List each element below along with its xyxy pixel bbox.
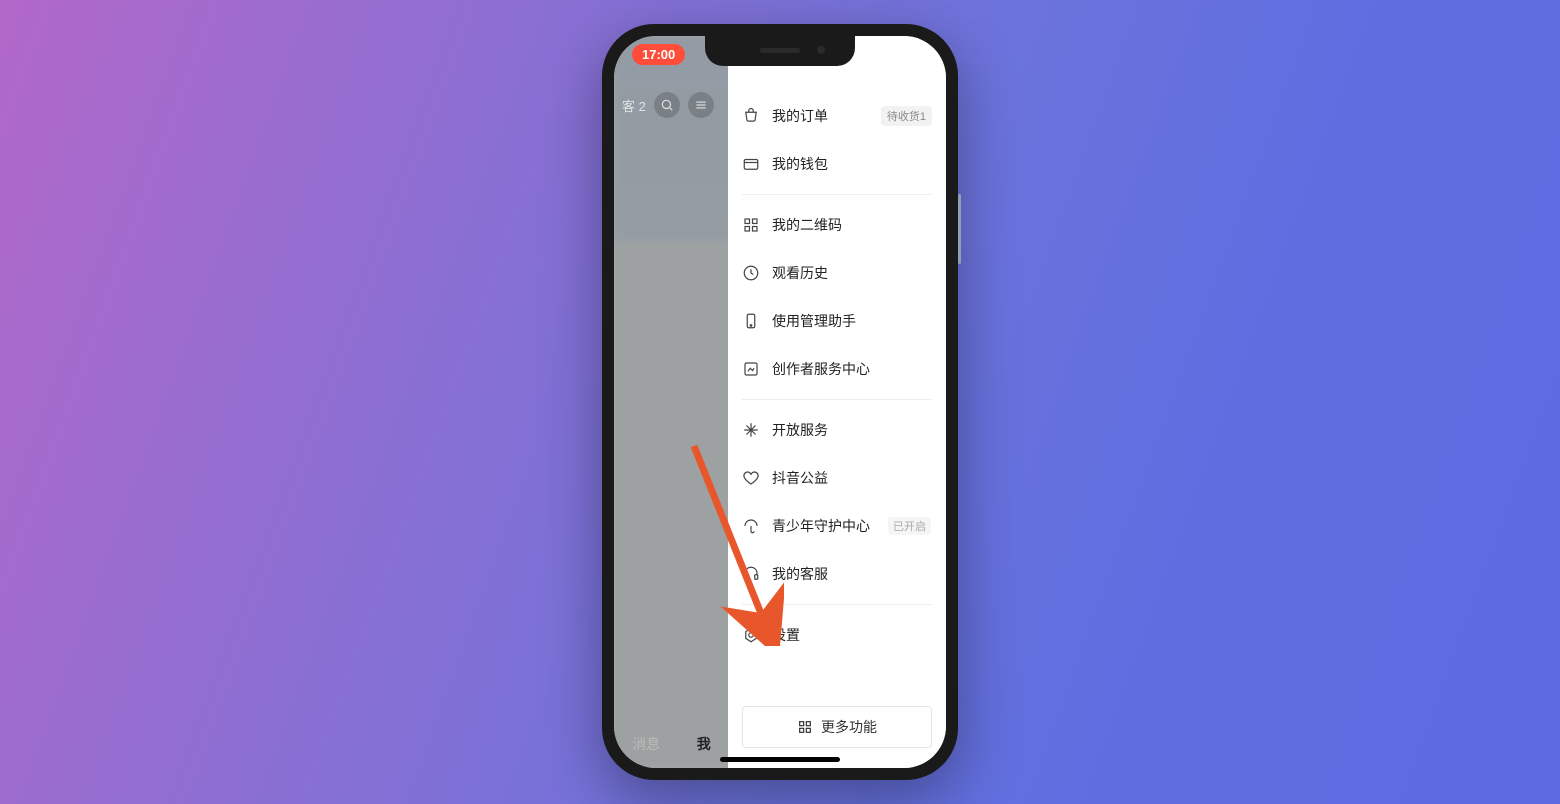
orders-badge: 待收货1 — [881, 106, 932, 126]
menu-label: 观看历史 — [772, 263, 828, 283]
clock-icon — [742, 264, 760, 282]
search-icon — [654, 92, 680, 118]
menu-item-wallet[interactable]: 我的钱包 — [742, 140, 932, 188]
menu-item-open-service[interactable]: 开放服务 — [742, 406, 932, 454]
menu-label: 我的二维码 — [772, 215, 842, 235]
menu-label: 设置 — [772, 625, 800, 645]
chart-icon — [742, 360, 760, 378]
tab-messages[interactable]: 消息 — [632, 734, 660, 754]
side-drawer: 我的订单 待收货1 我的钱包 我的二维码 — [728, 36, 946, 768]
background-header: 客 2 — [622, 92, 714, 118]
phone-assistant-icon — [742, 312, 760, 330]
home-indicator — [720, 757, 840, 762]
more-features-button[interactable]: 更多功能 — [742, 706, 932, 748]
menu-item-history[interactable]: 观看历史 — [742, 249, 932, 297]
headset-icon — [742, 565, 760, 583]
menu-label: 我的客服 — [772, 564, 828, 584]
menu-item-orders[interactable]: 我的订单 待收货1 — [742, 92, 932, 140]
menu-item-support[interactable]: 我的客服 — [742, 550, 932, 598]
menu-item-charity[interactable]: 抖音公益 — [742, 454, 932, 502]
menu-separator — [742, 194, 932, 195]
menu-separator — [742, 399, 932, 400]
menu-separator — [742, 604, 932, 605]
menu-item-teen[interactable]: 青少年守护中心 已开启 — [742, 502, 932, 550]
cart-icon — [742, 107, 760, 125]
menu-label: 开放服务 — [772, 420, 828, 440]
drawer-menu: 我的订单 待收货1 我的钱包 我的二维码 — [728, 92, 946, 696]
gear-icon — [742, 626, 760, 644]
menu-item-assistant[interactable]: 使用管理助手 — [742, 297, 932, 345]
phone-frame: 17:00 客 2 消息 我 我的订单 — [602, 24, 958, 780]
umbrella-icon — [742, 517, 760, 535]
menu-label: 青少年守护中心 — [772, 516, 870, 536]
menu-label: 创作者服务中心 — [772, 359, 870, 379]
teen-enabled-tag: 已开启 — [888, 517, 931, 535]
heart-icon — [742, 469, 760, 487]
menu-label: 使用管理助手 — [772, 311, 856, 331]
menu-icon — [688, 92, 714, 118]
sparkle-icon — [742, 421, 760, 439]
recording-time-pill: 17:00 — [632, 44, 685, 65]
more-button-label: 更多功能 — [821, 717, 877, 737]
menu-item-settings[interactable]: 设置 — [742, 611, 932, 659]
visitor-count: 客 2 — [622, 96, 646, 115]
device-notch — [705, 36, 855, 66]
bottom-tabs: 消息 我 — [614, 734, 729, 754]
qrcode-icon — [742, 216, 760, 234]
menu-label: 抖音公益 — [772, 468, 828, 488]
menu-label: 我的订单 — [772, 106, 828, 126]
menu-item-qrcode[interactable]: 我的二维码 — [742, 201, 932, 249]
wallet-icon — [742, 155, 760, 173]
tab-me[interactable]: 我 — [697, 734, 711, 754]
phone-screen: 17:00 客 2 消息 我 我的订单 — [614, 36, 946, 768]
grid-icon — [797, 719, 813, 735]
menu-label: 我的钱包 — [772, 154, 828, 174]
menu-item-creator[interactable]: 创作者服务中心 — [742, 345, 932, 393]
